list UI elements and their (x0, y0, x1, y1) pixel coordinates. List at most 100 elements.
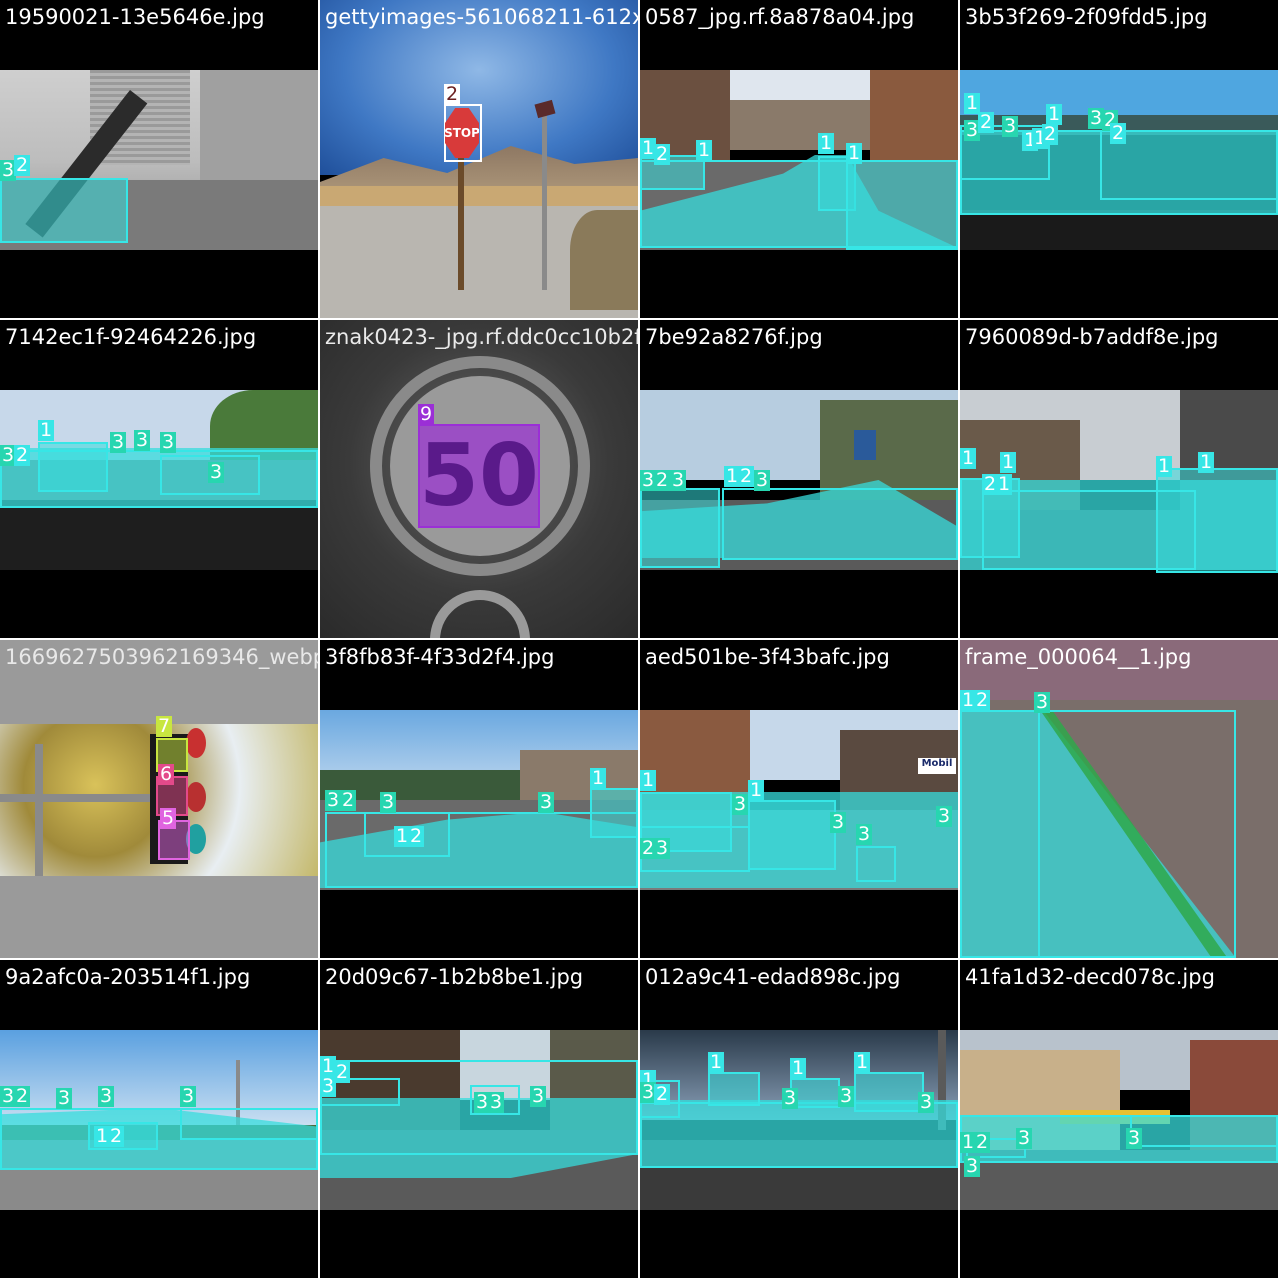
class-label: 1 (1000, 451, 1017, 473)
detection-box (0, 450, 318, 508)
class-label: 1 (1198, 451, 1215, 473)
class-label: 1 (590, 767, 607, 789)
tile-filename: frame_000064__1.jpg (965, 645, 1192, 669)
class-label: 2 (654, 469, 671, 491)
tile-filename: 9a2afc0a-203514f1.jpg (5, 965, 251, 989)
class-label: 1 (996, 473, 1013, 495)
class-label: 1 (38, 419, 55, 441)
tile-4: 7142ec1f-92464226.jpg 3 2 1 3 3 3 3 (0, 320, 318, 638)
class-label: 2 (14, 1085, 31, 1107)
class-label: 2 (14, 444, 31, 466)
class-label: 1 (846, 142, 863, 164)
class-label: 3 (208, 461, 225, 483)
tile-11: 1 2 3 frame_000064__1.jpg (960, 640, 1278, 958)
detection-box (640, 160, 958, 248)
class-label: 1 (818, 132, 835, 154)
detection-box (982, 490, 1196, 570)
class-label: 3 (1002, 115, 1019, 137)
detection-box (708, 1072, 760, 1106)
class-label: 3 (160, 431, 177, 453)
detection-mosaic: 19590021-13e5646e.jpg 3 2 STOP 2 gettyim… (0, 0, 1280, 1280)
tile-filename: 012a9c41-edad898c.jpg (645, 965, 901, 989)
class-label: 2 (974, 689, 991, 711)
tile-filename: 3f8fb83f-4f33d2f4.jpg (325, 645, 555, 669)
class-label: 3 (134, 429, 151, 451)
class-label: 1 (1046, 103, 1063, 125)
class-label: 3 (98, 1085, 115, 1107)
class-label: 3 (180, 1085, 197, 1107)
tile-filename: 7be92a8276f.jpg (645, 325, 823, 349)
class-label: 3 (380, 791, 397, 813)
class-label: 2 (978, 111, 995, 133)
class-label: 1 (964, 92, 981, 114)
detection-box (854, 1072, 924, 1112)
detection-box (856, 846, 896, 882)
tile-filename: gettyimages-561068211-612x612_jpg.rf.c37… (325, 5, 638, 29)
class-label: 1 (960, 447, 977, 469)
tile-filename: 20d09c67-1b2b8be1.jpg (325, 965, 584, 989)
class-label: 3 (56, 1087, 73, 1109)
class-label: 3 (670, 469, 687, 491)
tile-filename: 0587_jpg.rf.8a878a04.jpg (645, 5, 915, 29)
tile-2: 0587_jpg.rf.8a878a04.jpg 1 2 1 1 1 (640, 0, 958, 318)
class-label: 1 (1156, 455, 1173, 477)
tile-1: STOP 2 gettyimages-561068211-612x612_jpg… (320, 0, 638, 318)
class-label: 2 (108, 1125, 125, 1147)
class-label: 3 (1034, 691, 1051, 713)
class-label: 3 (732, 793, 749, 815)
class-label: 3 (654, 837, 671, 859)
class-label: 2 (334, 1061, 351, 1083)
class-label: 1 (790, 1057, 807, 1079)
detection-box (1130, 1115, 1278, 1147)
detection-box (640, 488, 720, 568)
detection-box (590, 788, 638, 838)
class-label: 3 (538, 791, 555, 813)
class-label: 3 (325, 789, 342, 811)
detection-box (722, 488, 958, 560)
class-label: 3 (1016, 1127, 1033, 1149)
class-label: 3 (1126, 1127, 1143, 1149)
tile-filename: 19590021-13e5646e.jpg (5, 5, 265, 29)
class-label: 2 (1110, 122, 1127, 144)
tile-6: 7be92a8276f.jpg 3 2 3 1 2 3 (640, 320, 958, 638)
class-label: 3 (110, 431, 127, 453)
tile-9: 3f8fb83f-4f33d2f4.jpg 3 2 3 3 1 1 2 (320, 640, 638, 958)
class-label: 2 (654, 1083, 671, 1105)
mobil-sign: Mobil (918, 758, 956, 774)
tile-10: aed501be-3f43bafc.jpg 1 3 1 3 3 3 2 3 Mo… (640, 640, 958, 958)
class-label: 1 (640, 769, 657, 791)
tile-filename: 1669627503962169346_webp.rf.b3fa458a04f5… (5, 645, 318, 669)
class-label: 3 (754, 469, 771, 491)
class-label: 1 (854, 1051, 871, 1073)
class-label: 3 (838, 1085, 855, 1107)
tile-3: 3b53f269-2f09fdd5.jpg 1 3 2 3 1 1 2 3 2 … (960, 0, 1278, 318)
tile-14: 012a9c41-edad898c.jpg 1 3 2 1 1 1 3 3 3 (640, 960, 958, 1278)
class-label: 3 (782, 1087, 799, 1109)
class-label: 2 (14, 154, 31, 176)
class-label: 1 (708, 1051, 725, 1073)
class-label: 6 (158, 763, 175, 785)
class-label: 5 (160, 807, 177, 829)
class-label: 3 (488, 1091, 505, 1113)
stop-sign: STOP (445, 108, 479, 158)
class-label: 1 (748, 779, 765, 801)
class-label: 3 (856, 823, 873, 845)
tile-filename: 41fa1d32-decd078c.jpg (965, 965, 1215, 989)
detection-box (960, 710, 1236, 958)
class-label: 2 (444, 83, 461, 105)
tile-8: 1669627503962169346_webp.rf.b3fa458a04f5… (0, 640, 318, 958)
class-label: 3 (530, 1085, 547, 1107)
speed-sign-text: 50 (419, 426, 539, 526)
class-label: 3 (964, 1155, 981, 1177)
class-label: 1 (696, 139, 713, 161)
tile-filename: 7142ec1f-92464226.jpg (5, 325, 257, 349)
tile-12: 9a2afc0a-203514f1.jpg 3 2 3 3 3 1 2 (0, 960, 318, 1278)
detection-box (748, 800, 836, 870)
class-label: 9 (418, 403, 435, 425)
detection-box (1100, 130, 1278, 200)
class-label: 3 (830, 811, 847, 833)
class-label: 2 (654, 143, 671, 165)
class-label: 2 (1042, 123, 1059, 145)
tile-filename: 7960089d-b7addf8e.jpg (965, 325, 1219, 349)
tile-13: 20d09c67-1b2b8be1.jpg 1 2 3 3 3 3 (320, 960, 638, 1278)
